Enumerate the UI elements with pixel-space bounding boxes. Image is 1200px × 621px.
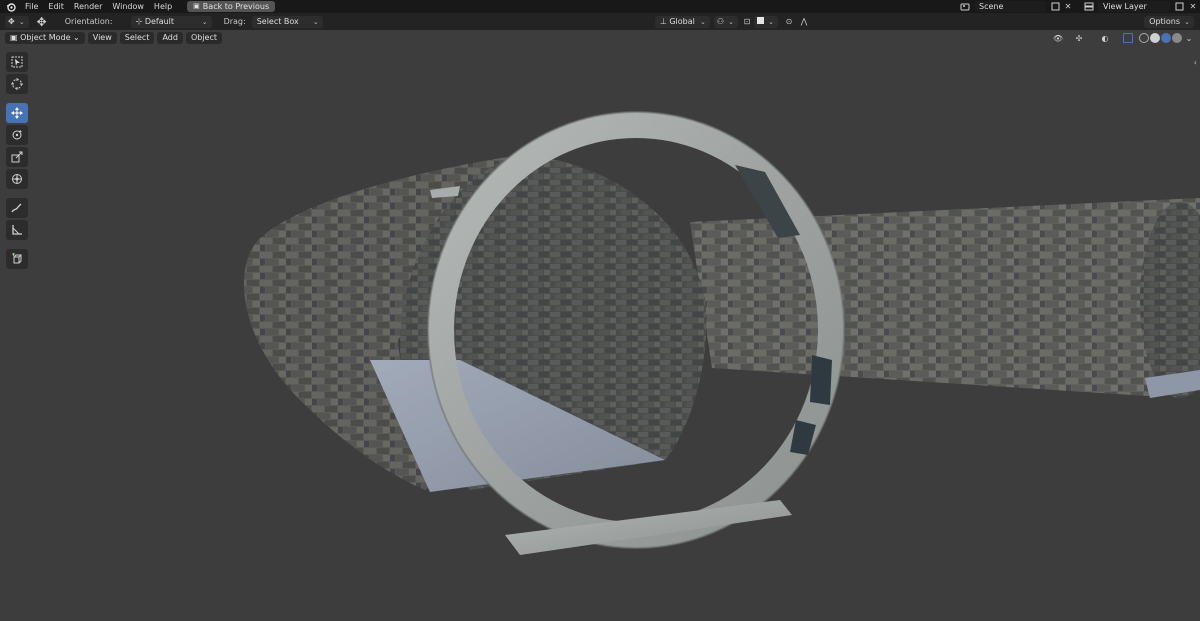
global-axes-icon: ⊥: [659, 16, 670, 26]
annotate-icon: [11, 203, 22, 213]
annotate-tool[interactable]: [6, 198, 28, 218]
new-view-layer-icon[interactable]: [1172, 2, 1186, 11]
back-icon: ▣: [193, 2, 200, 10]
back-to-previous-button[interactable]: ▣ Back to Previous: [187, 1, 276, 12]
move-icon: [11, 107, 23, 119]
orientation-dropdown[interactable]: ⊹ Default ⌄: [130, 15, 212, 28]
menu-render[interactable]: Render: [69, 2, 107, 11]
shading-options-icon[interactable]: ⌄: [1182, 34, 1196, 43]
move-tool[interactable]: [6, 103, 28, 123]
close-scene-icon[interactable]: ✕: [1062, 2, 1074, 11]
measure-tool[interactable]: [6, 220, 28, 240]
close-view-layer-icon[interactable]: ✕: [1186, 2, 1200, 11]
tool-select-dropdown[interactable]: ✥ ⌄: [5, 15, 29, 28]
scale-icon: [11, 151, 23, 163]
overlay-icon[interactable]: ◐: [1097, 34, 1113, 43]
falloff-icon[interactable]: ⋀: [796, 17, 812, 26]
sidebar-toggle-icon[interactable]: ‹: [1194, 58, 1197, 67]
menu-edit[interactable]: Edit: [43, 2, 69, 11]
cursor-tool[interactable]: [6, 74, 28, 94]
snap-target-icon: [757, 16, 764, 24]
transform-icon: [12, 174, 22, 184]
viewport-3d-scene[interactable]: [0, 0, 1200, 621]
object-mode-dropdown[interactable]: ▣ Object Mode ⌄: [5, 32, 85, 44]
rotate-icon: [12, 130, 22, 140]
orientation-icon: ⊹: [135, 16, 145, 26]
drag-label: Drag:: [223, 17, 246, 26]
transform-tool[interactable]: [6, 169, 28, 189]
view-layer-icon[interactable]: [1080, 2, 1098, 11]
add-cube-tool[interactable]: [6, 249, 28, 269]
scale-tool[interactable]: [6, 147, 28, 167]
menu-object[interactable]: Object: [185, 32, 222, 44]
object-mode-icon: ▣: [10, 33, 21, 42]
gizmo-icon[interactable]: ✣: [1071, 34, 1087, 43]
snap-target-dropdown[interactable]: ⌄: [754, 15, 778, 28]
menu-file[interactable]: File: [20, 2, 43, 11]
menu-help[interactable]: Help: [149, 2, 177, 11]
pivot-point-dropdown[interactable]: ⚇ ⌄: [713, 15, 738, 28]
menu-view[interactable]: View: [87, 32, 117, 44]
wireframe-shading-icon[interactable]: [1139, 33, 1149, 43]
move-tool-icon: ✥: [8, 16, 15, 26]
select-box-icon: [11, 56, 23, 68]
add-cube-icon: [12, 253, 22, 264]
pivot-icon: ⚇: [716, 16, 724, 26]
top-menu-bar: File Edit Render Window Help ▣ Back to P…: [0, 0, 1200, 13]
scene-icon[interactable]: [956, 2, 974, 11]
measure-icon: [12, 225, 22, 235]
rendered-shading-icon[interactable]: [1172, 33, 1182, 43]
scene-field[interactable]: Scene: [974, 1, 1046, 12]
menu-add[interactable]: Add: [157, 32, 183, 44]
options-dropdown[interactable]: Options ⌄: [1144, 15, 1195, 28]
drag-dropdown[interactable]: Select Box ⌄: [251, 15, 323, 28]
move-gizmo-icon[interactable]: ✥: [33, 15, 51, 29]
shading-mode-group: [1139, 33, 1182, 43]
cursor-icon: [11, 78, 23, 90]
menu-select[interactable]: Select: [119, 32, 155, 44]
transform-orientation-dropdown[interactable]: ⊥ Global ⌄: [654, 15, 710, 28]
proportional-edit-icon[interactable]: ⊙: [782, 17, 796, 26]
new-scene-icon[interactable]: [1048, 2, 1062, 11]
blender-logo-icon[interactable]: [2, 2, 20, 12]
tool-settings-header: ✥ ⌄ ✥ Orientation: ⊹ Default ⌄ Drag: Selec…: [0, 13, 1200, 30]
left-toolbar: [6, 52, 30, 269]
select-box-tool[interactable]: [6, 52, 28, 72]
visibility-icon[interactable]: 👁: [1049, 34, 1067, 43]
xray-icon[interactable]: [1121, 33, 1135, 43]
menu-window[interactable]: Window: [107, 2, 149, 11]
snap-toggle-icon[interactable]: ⊡: [740, 17, 754, 26]
material-shading-icon[interactable]: [1161, 33, 1171, 43]
rotate-tool[interactable]: [6, 125, 28, 145]
viewport-header: ▣ Object Mode ⌄ View Select Add Object 👁…: [0, 30, 1200, 46]
solid-shading-icon[interactable]: [1150, 33, 1160, 43]
orientation-label: Orientation:: [64, 17, 113, 26]
view-layer-field[interactable]: View Layer: [1098, 1, 1170, 12]
